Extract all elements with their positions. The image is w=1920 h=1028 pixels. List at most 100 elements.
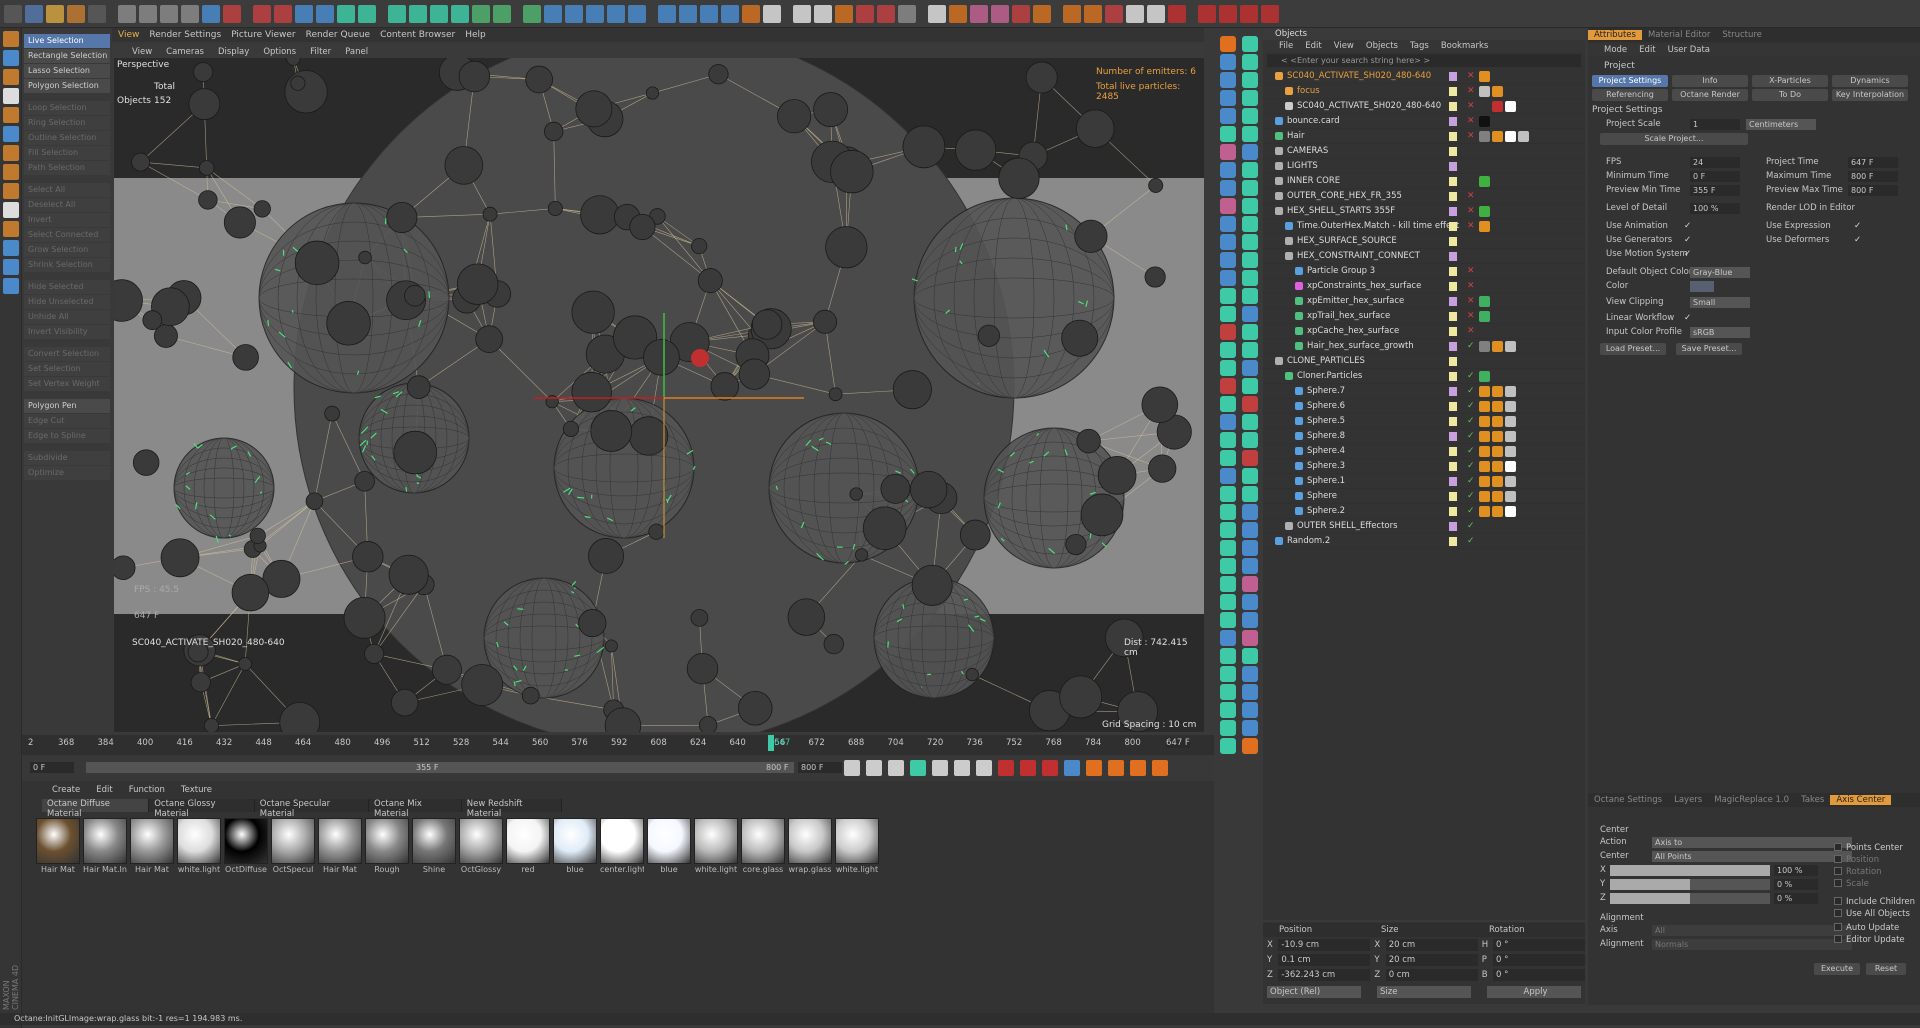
plugin-tool-icon[interactable] — [1242, 396, 1258, 412]
mode-tool-icon[interactable] — [3, 259, 19, 275]
plugin-tool-icon[interactable] — [1242, 612, 1258, 628]
mode-tool-icon[interactable] — [3, 50, 19, 66]
material-item[interactable]: red — [506, 818, 550, 874]
object-tag-icon[interactable] — [1505, 506, 1516, 517]
mode-tool-icon[interactable] — [3, 69, 19, 85]
plugin-tool-icon[interactable] — [1242, 414, 1258, 430]
enable-toggle[interactable]: ✓ — [1467, 339, 1475, 354]
transport-control-icon[interactable] — [1152, 760, 1168, 776]
toolbar-tool-icon[interactable] — [274, 5, 292, 23]
object-tag-icon[interactable] — [1479, 116, 1490, 127]
toolbar-tool-icon[interactable] — [337, 5, 355, 23]
material-item[interactable]: Hair Mat — [36, 818, 80, 874]
plugin-tool-icon[interactable] — [1220, 702, 1236, 718]
selection-menu-item[interactable]: Loop Selection — [24, 101, 110, 115]
toolbar-tool-icon[interactable] — [1198, 5, 1216, 23]
toolbar-tool-icon[interactable] — [991, 5, 1009, 23]
project-subtab[interactable]: Referencing — [1592, 89, 1668, 101]
use-animation-check[interactable]: ✓ — [1684, 221, 1691, 231]
object-tag-icon[interactable] — [1505, 416, 1516, 427]
layer-flag[interactable] — [1449, 507, 1457, 516]
mode-tool-icon[interactable] — [3, 183, 19, 199]
material-item[interactable]: wrap.glass — [788, 818, 832, 874]
axis-z-slider[interactable] — [1610, 893, 1770, 904]
layer-flag[interactable] — [1449, 162, 1457, 171]
attribute-tab[interactable]: Attributes — [1588, 30, 1642, 40]
object-tag-icon[interactable] — [1479, 431, 1490, 442]
plugin-tool-icon[interactable] — [1242, 108, 1258, 124]
axis-x-slider[interactable] — [1610, 865, 1770, 876]
toolbar-tool-icon[interactable] — [877, 5, 895, 23]
material-item[interactable]: white.light — [835, 818, 879, 874]
enable-toggle[interactable]: ✓ — [1467, 459, 1475, 474]
layer-flag[interactable] — [1449, 492, 1457, 501]
project-scale-field[interactable]: 1 — [1690, 119, 1740, 130]
layer-flag[interactable] — [1449, 297, 1457, 306]
material-item[interactable]: Rough — [365, 818, 409, 874]
layer-flag[interactable] — [1449, 432, 1457, 441]
object-tag-icon[interactable] — [1518, 131, 1529, 142]
layer-flag[interactable] — [1449, 387, 1457, 396]
object-row[interactable]: LIGHTS — [1263, 159, 1585, 174]
objects-menu-item[interactable]: View — [1334, 40, 1354, 52]
plugin-tool-icon[interactable] — [1220, 720, 1236, 736]
plugin-tool-icon[interactable] — [1242, 576, 1258, 592]
plugin-tool-icon[interactable] — [1242, 504, 1258, 520]
object-tag-icon[interactable] — [1505, 341, 1516, 352]
object-row[interactable]: Time.OuterHex.Match - kill time effect✕ — [1263, 219, 1585, 234]
viewport-tab[interactable]: Help — [465, 30, 486, 40]
viewport-menu-item[interactable]: Panel — [345, 47, 368, 57]
plugin-tool-icon[interactable] — [1242, 288, 1258, 304]
object-row[interactable]: CAMERAS — [1263, 144, 1585, 159]
project-subtab[interactable]: Octane Render — [1672, 89, 1748, 101]
material-item[interactable]: blue — [553, 818, 597, 874]
layer-flag[interactable] — [1449, 327, 1457, 336]
enable-toggle[interactable]: ✕ — [1467, 189, 1475, 204]
toolbar-tool-icon[interactable] — [160, 5, 178, 23]
plugin-tool-icon[interactable] — [1220, 306, 1236, 322]
object-row[interactable]: Hair✕ — [1263, 129, 1585, 144]
viewport-tab[interactable]: Render Settings — [149, 30, 221, 40]
scale-unit-select[interactable]: Centimeters — [1746, 119, 1816, 130]
toolbar-tool-icon[interactable] — [118, 5, 136, 23]
toolbar-tool-icon[interactable] — [1105, 5, 1123, 23]
size-field[interactable]: 20 cm — [1386, 939, 1478, 951]
object-tag-icon[interactable] — [1492, 101, 1503, 112]
toolbar-tool-icon[interactable] — [253, 5, 271, 23]
axis-y-slider[interactable] — [1610, 879, 1770, 890]
plugin-tool-icon[interactable] — [1220, 198, 1236, 214]
layer-flag[interactable] — [1449, 102, 1457, 111]
object-tag-icon[interactable] — [1492, 341, 1503, 352]
object-tag-icon[interactable] — [1505, 491, 1516, 502]
object-tag-icon[interactable] — [1479, 371, 1490, 382]
layer-flag[interactable] — [1449, 237, 1457, 246]
toolbar-tool-icon[interactable] — [1084, 5, 1102, 23]
material-type-tab[interactable]: Octane Specular Material — [255, 799, 369, 812]
auto-update-checkbox[interactable] — [1834, 923, 1842, 931]
enable-toggle[interactable]: ✕ — [1467, 129, 1475, 144]
selection-menu-item[interactable]: Hide Unselected — [24, 295, 110, 309]
object-row[interactable]: Sphere.7✓ — [1263, 384, 1585, 399]
scale-project-button[interactable]: Scale Project... — [1600, 133, 1748, 145]
selection-menu-item[interactable]: Polygon Pen — [24, 399, 110, 413]
action-select[interactable]: Axis to — [1652, 837, 1852, 848]
plugin-tool-icon[interactable] — [1220, 378, 1236, 394]
mode-tool-icon[interactable] — [3, 88, 19, 104]
reset-button[interactable]: Reset — [1866, 963, 1906, 975]
plugin-tool-icon[interactable] — [1220, 414, 1236, 430]
toolbar-tool-icon[interactable] — [1147, 5, 1165, 23]
object-tag-icon[interactable] — [1479, 476, 1490, 487]
object-tag-icon[interactable] — [1505, 101, 1516, 112]
toolbar-tool-icon[interactable] — [1033, 5, 1051, 23]
plugin-tool-icon[interactable] — [1242, 252, 1258, 268]
object-row[interactable]: Sphere✓ — [1263, 489, 1585, 504]
size-field[interactable]: 20 cm — [1386, 954, 1478, 966]
toolbar-tool-icon[interactable] — [316, 5, 334, 23]
object-row[interactable]: xpConstraints_hex_surface✕ — [1263, 279, 1585, 294]
toolbar-tool-icon[interactable] — [898, 5, 916, 23]
toolbar-tool-icon[interactable] — [409, 5, 427, 23]
transport-control-icon[interactable] — [910, 760, 926, 776]
transport-control-icon[interactable] — [954, 760, 970, 776]
object-row[interactable]: xpEmitter_hex_surface✕ — [1263, 294, 1585, 309]
plugin-tool-icon[interactable] — [1220, 270, 1236, 286]
